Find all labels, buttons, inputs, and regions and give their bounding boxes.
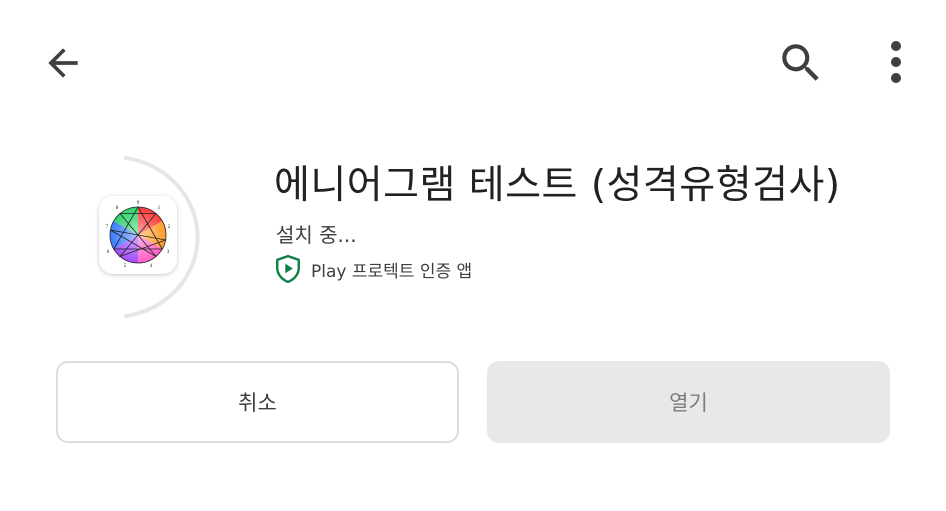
play-protect-label: Play 프로텍트 인증 앱: [311, 261, 473, 282]
more-vert-icon: [891, 41, 901, 83]
svg-text:4: 4: [150, 264, 153, 269]
cancel-button[interactable]: 취소: [56, 361, 459, 443]
more-options-button[interactable]: [876, 37, 916, 87]
svg-text:3: 3: [167, 250, 170, 255]
svg-text:2: 2: [168, 225, 171, 230]
top-app-bar: [0, 0, 946, 124]
play-protect-shield-icon: [276, 255, 300, 283]
play-protect-badge: Play 프로텍트 인증 앱: [275, 254, 472, 284]
svg-text:5: 5: [124, 264, 127, 269]
enneagram-app-icon: 9 1 2 3 4 5 6 7 8: [99, 196, 177, 274]
search-icon: [782, 44, 819, 81]
svg-text:7: 7: [106, 225, 109, 230]
svg-text:1: 1: [158, 206, 161, 211]
open-button[interactable]: 열기: [487, 361, 890, 443]
svg-text:6: 6: [107, 250, 110, 255]
svg-text:8: 8: [116, 206, 119, 211]
app-title: 에니어그램 테스트 (성격유형검사): [274, 163, 841, 208]
arrow-back-icon: [48, 48, 78, 78]
back-button[interactable]: [38, 38, 88, 88]
search-button[interactable]: [773, 35, 829, 91]
install-status: 설치 중...: [276, 223, 357, 247]
svg-text:9: 9: [137, 201, 140, 206]
